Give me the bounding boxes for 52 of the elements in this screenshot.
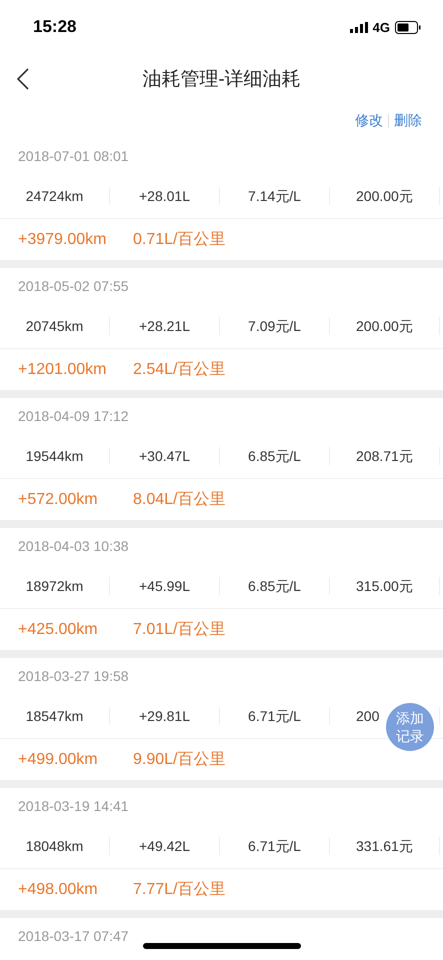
consumption-text: 8.04L/百公里 [133, 490, 226, 510]
record-value: 200.00元 [356, 188, 413, 204]
distance-text: +499.00km [18, 750, 99, 768]
action-link[interactable]: 删除 [389, 112, 427, 130]
page-title: 油耗管理-详细油耗 [142, 68, 301, 92]
add-record-button[interactable]: 添加记录 [386, 703, 434, 751]
record-date: 2018-04-09 17:12 [18, 408, 129, 424]
consumption-text: 7.77L/百公里 [133, 880, 226, 900]
consumption-text: 2.54L/百公里 [133, 360, 226, 380]
record-value: 18972km [26, 578, 84, 594]
record-value: 315.00元 [356, 578, 413, 594]
record-value: 200.00元 [356, 318, 413, 334]
record-date: 2018-07-01 08:01 [18, 148, 129, 164]
network-label: 4G [372, 20, 390, 34]
record-value: 6.71元/L [248, 708, 301, 724]
record-date: 2018-03-17 07:47 [18, 928, 129, 944]
record-value: 6.85元/L [248, 578, 301, 594]
record-value: 18048km [26, 838, 84, 854]
record-date: 2018-03-19 14:41 [18, 798, 129, 814]
consumption-text: 7.01L/百公里 [133, 620, 226, 640]
record-value: 19544km [26, 448, 84, 464]
record-value: +29.81L [139, 708, 190, 724]
record-date: 2018-03-27 19:58 [18, 668, 129, 684]
record-value: 18547km [26, 708, 84, 724]
back-icon[interactable] [16, 68, 30, 90]
action-link[interactable]: 修改 [350, 112, 388, 130]
record-value: +45.99L [139, 578, 190, 594]
distance-text: +572.00km [18, 490, 99, 508]
record-value: +49.42L [139, 838, 190, 854]
record-value: 6.71元/L [248, 838, 301, 854]
record-value: 7.09元/L [248, 318, 301, 334]
record-value: +28.21L [139, 318, 190, 334]
record-value: +28.01L [139, 188, 190, 204]
record-date: 2018-04-03 10:38 [18, 538, 129, 554]
record-value: +30.47L [139, 448, 190, 464]
record-value: 20745km [26, 318, 84, 334]
distance-text: +425.00km [18, 620, 99, 638]
status-time: 15:28 [33, 17, 76, 37]
record-value: 7.14元/L [248, 188, 301, 204]
signal-icon [350, 22, 368, 32]
record-value: 200 [356, 708, 380, 724]
distance-text: +1201.00km [18, 360, 108, 378]
consumption-text: 0.71L/百公里 [133, 230, 226, 250]
record-value: 6.85元/L [248, 448, 301, 464]
battery-icon [395, 20, 421, 34]
distance-text: +498.00km [18, 880, 99, 898]
record-date: 2018-05-02 07:55 [18, 278, 129, 294]
record-value: 24724km [26, 188, 84, 204]
record-value: 331.61元 [356, 838, 413, 854]
distance-text: +3979.00km [18, 230, 108, 248]
record-value: 208.71元 [356, 448, 413, 464]
consumption-text: 9.90L/百公里 [133, 750, 226, 770]
